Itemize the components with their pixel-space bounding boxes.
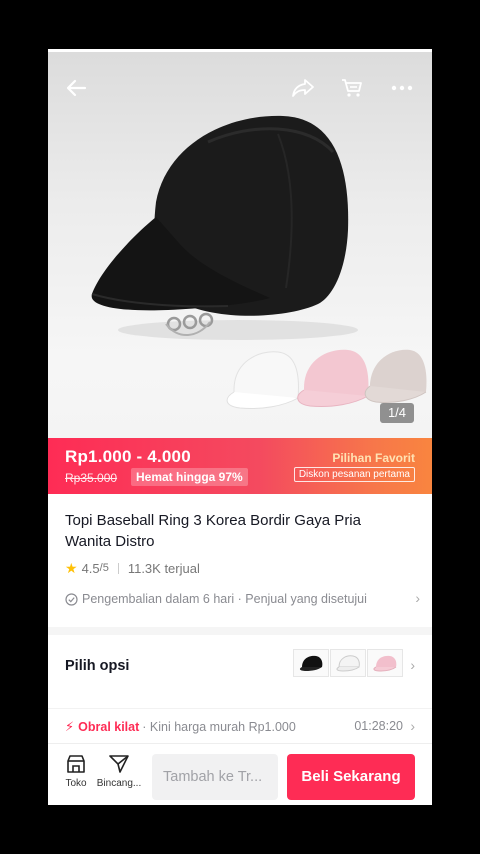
cart-icon (342, 79, 362, 97)
chat-label: Bincang... (96, 778, 142, 789)
check-circle-icon (65, 592, 78, 606)
share-button[interactable] (285, 72, 321, 104)
option-thumbnails (293, 649, 404, 677)
bottom-action-bar: Toko Bincang... Tambah ke Tr... Beli Sek… (48, 743, 432, 805)
product-image-carousel[interactable]: 1/4 (48, 52, 432, 488)
favorite-label: Pilihan Favorit (332, 451, 415, 465)
more-button[interactable] (384, 72, 420, 104)
back-arrow-icon (66, 79, 87, 97)
product-title: Topi Baseball Ring 3 Korea Bordir Gaya P… (65, 512, 361, 550)
add-to-cart-button[interactable]: Tambah ke Tr... (152, 754, 278, 800)
lightning-icon: ⚡ (65, 719, 75, 734)
more-icon (391, 85, 413, 91)
rating-value: 4.5 (81, 560, 100, 576)
price-range: Rp1.000 - 4.000 (65, 447, 191, 466)
back-button[interactable] (58, 72, 94, 104)
share-icon (292, 79, 314, 97)
savings-badge: Hemat hingga 97% (131, 468, 248, 486)
chevron-right-icon: › (410, 657, 415, 673)
policy-row[interactable]: Pengembalian dalam 6 hari · Penjual yang… (65, 590, 420, 608)
flash-sale-description: · Kini harga murah Rp1.000 (142, 720, 296, 734)
image-counter: 1/4 (380, 403, 414, 423)
first-order-badge: Diskon pesanan pertama (293, 467, 415, 482)
chevron-right-icon: › (410, 718, 415, 734)
section-divider (48, 627, 432, 635)
option-thumb-pink[interactable] (367, 649, 403, 677)
chat-button[interactable]: Bincang... (94, 754, 144, 789)
flash-sale-label: Obral kilat (78, 720, 140, 734)
price-banner: Rp1.000 - 4.000 Rp35.000 Hemat hingga 97… (48, 438, 432, 494)
flash-sale-row[interactable]: ⚡ Obral kilat · Kini harga murah Rp1.000… (48, 708, 432, 742)
flash-sale-timer: 01:28:20 (354, 719, 403, 733)
cart-button[interactable] (334, 72, 370, 104)
options-row[interactable]: Pilih opsi › (48, 641, 432, 693)
product-page: 1/4 Rp1.000 - 4.000 Rp35.000 Hemat hingg… (48, 49, 432, 805)
original-price: Rp35.000 (65, 471, 118, 485)
rating-row[interactable]: ★ 4.5 /5 11.3K terjual (65, 559, 200, 577)
options-label: Pilih opsi (65, 658, 130, 674)
policy-text: Pengembalian dalam 6 hari · Penjual yang… (82, 592, 367, 606)
shop-label: Toko (65, 778, 87, 789)
product-image (91, 115, 427, 409)
star-icon: ★ (65, 559, 78, 576)
option-thumb-black[interactable] (293, 649, 329, 677)
option-thumb-white[interactable] (330, 649, 366, 677)
chat-icon (109, 755, 129, 773)
rating-scale: /5 (99, 562, 109, 574)
shop-icon (67, 755, 85, 773)
buy-now-button[interactable]: Beli Sekarang (287, 754, 415, 800)
sold-count: 11.3K terjual (127, 560, 200, 576)
chevron-right-icon: › (415, 590, 420, 606)
divider (117, 562, 119, 574)
